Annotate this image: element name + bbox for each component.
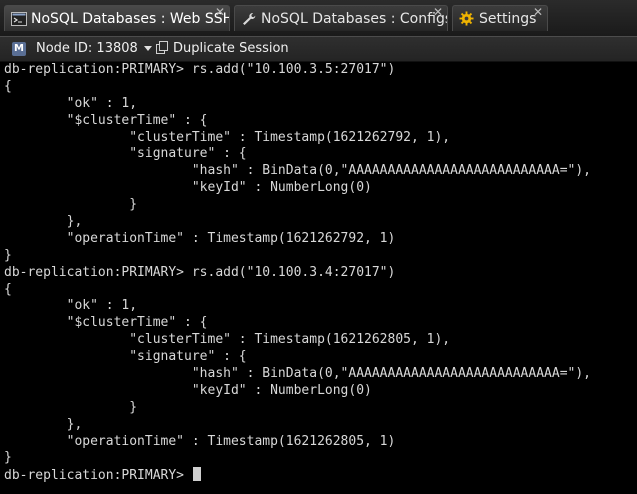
terminal-line: "operationTime" : Timestamp(1621262792, … <box>4 230 396 246</box>
node-type-badge: M <box>12 42 26 56</box>
terminal-line: } <box>4 450 12 466</box>
terminal-line: "hash" : BinData(0,"AAAAAAAAAAAAAAAAAAAA… <box>4 163 591 179</box>
gear-icon <box>459 11 474 26</box>
terminal-line: "ok" : 1, <box>4 298 138 314</box>
terminal-lines: db-replication:PRIMARY> rs.add("10.100.3… <box>0 62 637 467</box>
tab-configs-label: NoSQL Databases : Configs <box>261 11 448 27</box>
terminal-line: "hash" : BinData(0,"AAAAAAAAAAAAAAAAAAAA… <box>4 366 591 382</box>
terminal-line: db-replication:PRIMARY> rs.add("10.100.3… <box>4 264 396 280</box>
terminal-line: "signature" : { <box>4 349 247 365</box>
terminal-prompt: db-replication:PRIMARY> <box>4 468 192 484</box>
terminal-line: { <box>4 78 12 94</box>
terminal-line: "operationTime" : Timestamp(1621262805, … <box>4 433 396 449</box>
duplicate-session-label: Duplicate Session <box>173 41 289 56</box>
terminal-line: "signature" : { <box>4 146 247 162</box>
node-selector[interactable]: Node ID: 13808 <box>36 37 152 61</box>
terminal-output[interactable]: db-replication:PRIMARY> rs.add("10.100.3… <box>0 62 637 494</box>
terminal-line: "$clusterTime" : { <box>4 112 208 128</box>
terminal-line: "keyId" : NumberLong(0) <box>4 180 372 196</box>
tab-settings[interactable]: Settings ✕ <box>452 5 548 31</box>
terminal-line: }, <box>4 416 83 432</box>
terminal-line: db-replication:PRIMARY> rs.add("10.100.3… <box>4 62 396 77</box>
terminal-line: "$clusterTime" : { <box>4 315 208 331</box>
terminal-line: { <box>4 281 12 297</box>
terminal-line: } <box>4 197 138 213</box>
duplicate-icon <box>156 41 168 54</box>
terminal-prompt-line[interactable]: db-replication:PRIMARY> <box>0 467 637 484</box>
tab-bar: NoSQL Databases : Web SSH ✕ NoSQL Databa… <box>0 0 637 36</box>
terminal-icon <box>11 12 27 26</box>
wrench-icon <box>243 13 256 25</box>
close-icon[interactable]: ✕ <box>531 6 545 20</box>
close-icon[interactable]: ✕ <box>431 6 445 20</box>
node-selector-label: Node ID: 13808 <box>36 41 138 56</box>
terminal-line: } <box>4 399 138 415</box>
terminal-line: "clusterTime" : Timestamp(1621262805, 1)… <box>4 332 451 348</box>
tab-web-ssh-label: NoSQL Databases : Web SSH <box>31 11 230 27</box>
chevron-down-icon <box>143 46 152 51</box>
terminal-cursor <box>192 467 201 482</box>
session-toolbar: M Node ID: 13808 Duplicate Session <box>0 36 637 62</box>
tab-web-ssh[interactable]: NoSQL Databases : Web SSH ✕ <box>4 5 230 31</box>
tab-configs[interactable]: NoSQL Databases : Configs ✕ <box>234 5 448 31</box>
terminal-line: "ok" : 1, <box>4 95 138 111</box>
terminal-line: "keyId" : NumberLong(0) <box>4 382 372 398</box>
terminal-line: }, <box>4 214 83 230</box>
terminal-line: } <box>4 247 12 263</box>
close-icon[interactable]: ✕ <box>213 6 227 20</box>
terminal-line: "clusterTime" : Timestamp(1621262792, 1)… <box>4 129 451 145</box>
tab-settings-label: Settings <box>479 11 537 27</box>
duplicate-session-button[interactable]: Duplicate Session <box>156 37 289 61</box>
